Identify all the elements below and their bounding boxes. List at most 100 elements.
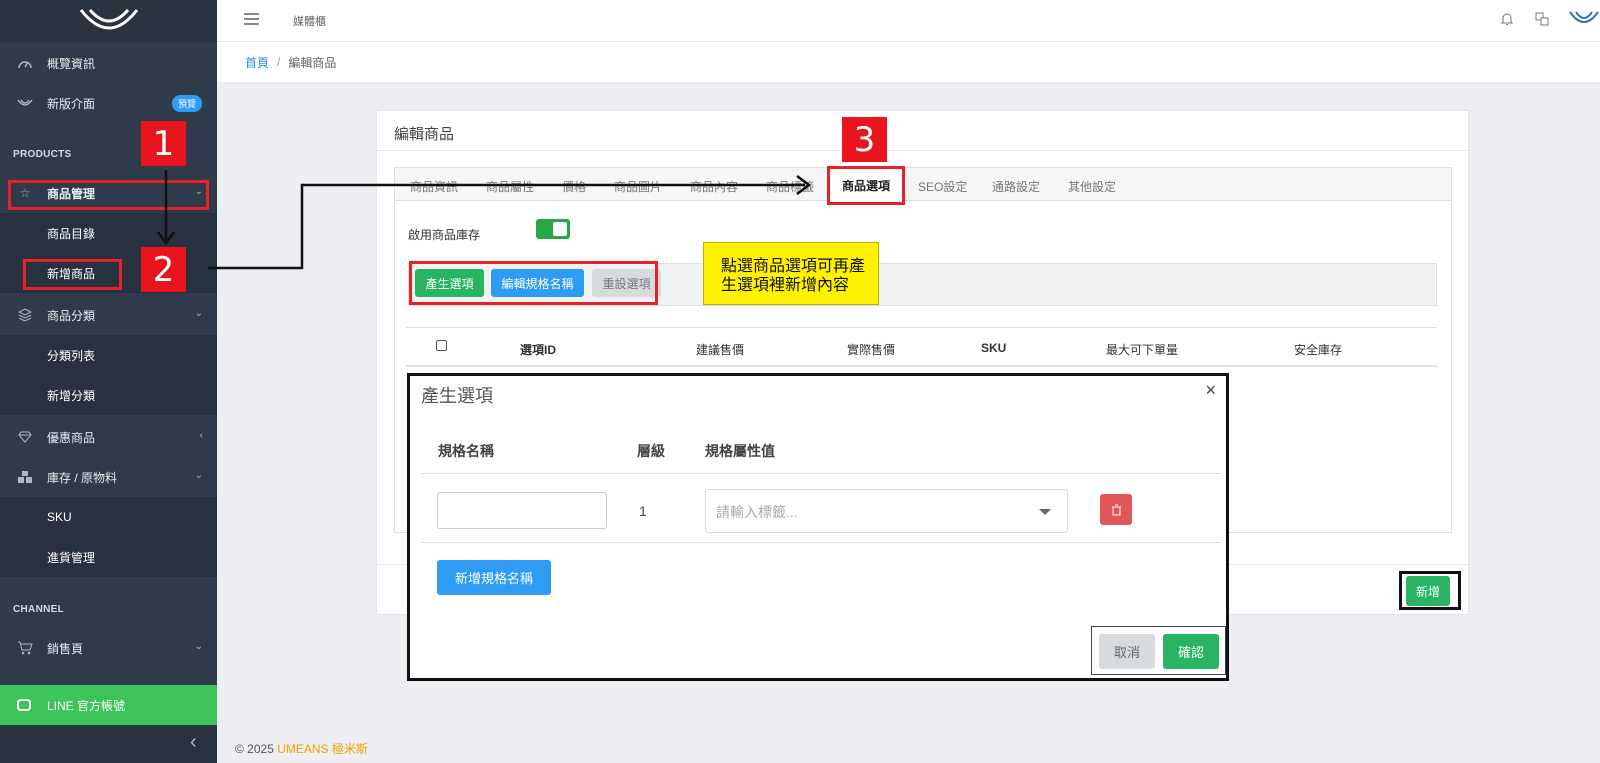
section-channel: CHANNEL <box>13 604 64 615</box>
attr-value-select[interactable]: 請輸入標籤... <box>705 489 1068 533</box>
top-bar: 媒體櫃 <box>217 0 1600 42</box>
breadcrumb-current: 編輯商品 <box>288 55 337 70</box>
line-official-account-button[interactable]: LINE 官方帳號 <box>0 685 217 725</box>
tab-seo-settings[interactable]: SEO設定 <box>918 178 967 195</box>
menu-toggle-icon[interactable] <box>244 13 259 25</box>
column-header: 最大可下單量 <box>1106 343 1179 357</box>
annotation-note: 點選商品選項可再產 生選項裡新增內容 <box>703 242 879 305</box>
cart-icon <box>16 639 34 657</box>
diamond-icon <box>16 428 34 446</box>
confirm-button[interactable]: 確認 <box>1163 634 1219 669</box>
sidebar-item-product-category[interactable]: 商品分類 ⌄ <box>0 295 217 335</box>
sidebar-item-inventory[interactable]: 庫存 / 原物料 ⌄ <box>0 457 217 497</box>
options-table-header: 選項ID 建議售價 實際售價 SKU 最大可下單量 安全庫存 <box>406 327 1437 367</box>
inventory-toggle[interactable] <box>536 219 570 239</box>
column-header: 建議售價 <box>696 343 745 357</box>
sidebar-item-new-ui[interactable]: 新版介面 預覽 <box>0 83 217 123</box>
copyright-text: © 2025 <box>235 742 274 756</box>
tab-channel-settings[interactable]: 通路設定 <box>992 178 1040 195</box>
chevron-down-icon: ⌄ <box>194 470 203 481</box>
tab-product-tags[interactable]: 商品標籤 <box>766 178 814 195</box>
sidebar-collapse-bar[interactable]: ‹ <box>0 725 217 763</box>
boxes-icon <box>16 468 34 486</box>
tab-bar: 商品資訊 商品屬性 價格 商品圖片 商品內容 商品標籤 商品選項 SEO設定 通… <box>395 167 1451 201</box>
column-header-attr-value: 規格屬性值 <box>705 443 775 459</box>
brand-logo[interactable] <box>0 0 217 42</box>
footer: © 2025 UMEANS 極米斯 <box>235 740 368 757</box>
sidebar-item-category-list[interactable]: 分類列表 <box>0 335 217 375</box>
cancel-button[interactable]: 取消 <box>1099 634 1155 669</box>
layers-icon <box>16 306 34 324</box>
tab-other-settings[interactable]: 其他設定 <box>1068 178 1116 195</box>
wave-icon <box>16 94 34 112</box>
breadcrumb: 首頁 / 編輯商品 <box>217 42 1600 83</box>
step-number-3: 3 <box>842 117 887 162</box>
line-account-label: LINE 官方帳號 <box>47 698 126 713</box>
column-header: SKU <box>981 341 1007 355</box>
tab-product-attributes[interactable]: 商品屬性 <box>486 178 534 195</box>
note-line: 點選商品選項可再產 <box>721 258 866 275</box>
breadcrumb-home-link[interactable]: 首頁 <box>245 54 269 71</box>
step-number-2: 2 <box>141 247 186 292</box>
sidebar-item-label: 進貨管理 <box>47 550 96 565</box>
add-spec-name-button[interactable]: 新增規格名稱 <box>437 560 551 595</box>
line-icon <box>17 699 31 711</box>
sidebar-item-label: 庫存 / 原物料 <box>47 470 118 485</box>
sidebar-item-purchasing[interactable]: 進貨管理 <box>0 537 217 577</box>
sidebar-item-label: 商品目錄 <box>47 226 96 241</box>
chevron-down-icon: ⌄ <box>194 308 203 319</box>
sidebar-item-sku[interactable]: SKU <box>0 497 217 537</box>
chevron-left-icon[interactable]: ‹ <box>190 731 197 754</box>
sidebar-item-sales-page[interactable]: 銷售頁 ⌄ <box>0 628 217 668</box>
column-header: 選項ID <box>520 343 557 357</box>
delete-row-button[interactable] <box>1100 494 1132 525</box>
note-line: 生選項裡新增內容 <box>721 277 850 294</box>
tab-product-info[interactable]: 商品資訊 <box>410 178 458 195</box>
generate-options-modal: 產生選項 × 規格名稱 層級 規格屬性值 1 請輸入標籤... 新增規格名稱 取… <box>407 373 1229 681</box>
divider <box>421 542 1221 543</box>
sidebar-item-label: 概覽資訊 <box>47 56 96 71</box>
sidebar-item-discount[interactable]: 優惠商品 ‹ <box>0 417 217 457</box>
sidebar-item-label: SKU <box>47 510 72 524</box>
sidebar-item-overview[interactable]: 概覽資訊 <box>0 43 217 83</box>
preview-badge: 預覽 <box>171 95 202 112</box>
step-number-1: 1 <box>141 121 186 166</box>
modal-title: 產生選項 <box>421 386 493 406</box>
chevron-down-icon: ⌄ <box>194 641 203 652</box>
annotation-box-product-management <box>8 180 209 210</box>
close-icon[interactable]: × <box>1205 380 1216 401</box>
level-value: 1 <box>639 503 647 519</box>
sidebar-item-add-category[interactable]: 新增分類 <box>0 375 217 415</box>
column-header-spec-name: 規格名稱 <box>438 443 494 459</box>
select-all-checkbox[interactable] <box>436 340 447 351</box>
media-library-link[interactable]: 媒體櫃 <box>293 13 326 29</box>
chevron-left-icon: ‹ <box>199 430 203 441</box>
spec-name-input[interactable] <box>437 492 607 529</box>
divider <box>377 150 1468 151</box>
annotation-box-add-button <box>1399 571 1461 610</box>
breadcrumb-separator: / <box>277 55 281 69</box>
tab-price[interactable]: 價格 <box>562 178 586 195</box>
bell-icon[interactable] <box>1500 13 1514 29</box>
dashboard-icon <box>16 54 34 72</box>
footer-brand-link[interactable]: UMEANS 極米斯 <box>277 742 368 756</box>
tab-product-content[interactable]: 商品內容 <box>690 178 738 195</box>
sidebar-item-label: 新增分類 <box>47 388 96 403</box>
tab-product-images[interactable]: 商品圖片 <box>614 178 662 195</box>
sidebar-item-label: 新版介面 <box>47 96 96 111</box>
column-header: 安全庫存 <box>1294 343 1343 357</box>
annotation-box-option-buttons <box>409 261 658 305</box>
user-avatar-logo[interactable] <box>1569 10 1599 29</box>
select-placeholder: 請輸入標籤... <box>716 504 798 520</box>
column-header: 實際售價 <box>847 343 896 357</box>
inventory-toggle-label: 啟用商品庫存 <box>408 228 481 242</box>
divider <box>421 473 1221 474</box>
annotation-box-options-tab <box>827 166 905 205</box>
trash-icon <box>1111 504 1121 515</box>
translate-icon[interactable] <box>1535 12 1549 29</box>
annotation-box-add-product <box>23 259 122 290</box>
sidebar-item-label: 分類列表 <box>47 348 96 363</box>
sidebar-item-label: 優惠商品 <box>47 430 96 445</box>
sidebar-item-label: 銷售頁 <box>47 641 84 656</box>
page-title: 編輯商品 <box>394 126 455 143</box>
